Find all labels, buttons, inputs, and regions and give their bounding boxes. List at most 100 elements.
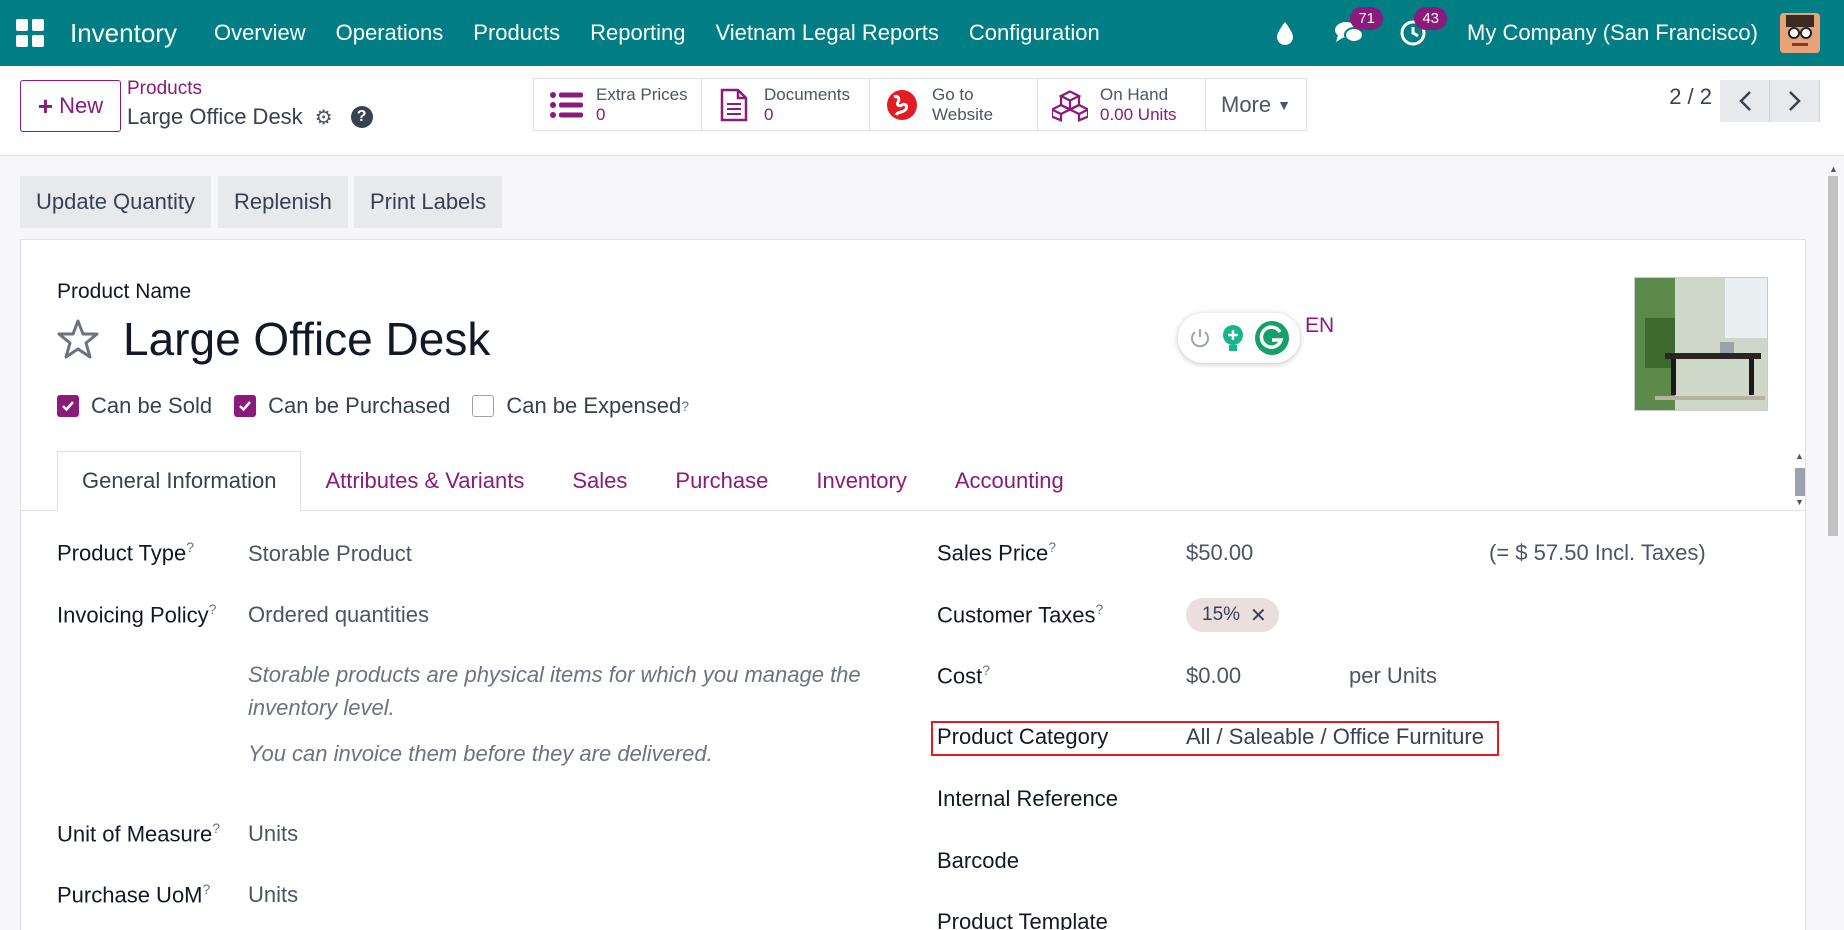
- menu-reporting[interactable]: Reporting: [590, 20, 685, 46]
- extra-prices-label: Extra Prices: [596, 84, 688, 104]
- tab-general-information[interactable]: General Information: [57, 451, 302, 511]
- checkbox-checked-icon: [234, 395, 257, 417]
- customer-taxes-label: Customer Taxes?: [937, 601, 1104, 628]
- website-line2: Website: [932, 104, 994, 124]
- barcode-label: Barcode: [937, 848, 1019, 873]
- documents-label: Documents: [764, 84, 850, 104]
- checkbox-checked-icon: [57, 395, 79, 417]
- pager-previous-button[interactable]: [1720, 80, 1770, 122]
- tab-attributes-variants[interactable]: Attributes & Variants: [301, 451, 548, 511]
- tax-tag[interactable]: 15% ✕: [1186, 598, 1279, 632]
- product-template-label: Product Template: [937, 909, 1108, 930]
- product-name-label: Product Name: [57, 280, 192, 303]
- on-hand-value: 0.00 Units: [1100, 104, 1177, 124]
- page-scrollbar[interactable]: ▲: [1826, 164, 1840, 930]
- lightbulb-icon[interactable]: [1220, 323, 1246, 353]
- menu-products[interactable]: Products: [473, 20, 560, 46]
- pager-next-button[interactable]: [1770, 80, 1820, 122]
- star-icon[interactable]: [57, 319, 99, 359]
- tab-inventory[interactable]: Inventory: [792, 451, 931, 511]
- replenish-button[interactable]: Replenish: [218, 176, 348, 228]
- on-hand-label: On Hand: [1100, 84, 1169, 104]
- can-be-expensed-checkbox[interactable]: Can be Expensed?: [472, 393, 689, 419]
- help-tooltip-icon[interactable]: ?: [203, 881, 211, 897]
- help-tooltip-icon[interactable]: ?: [1048, 539, 1056, 555]
- extra-prices-button[interactable]: Extra Prices 0: [534, 79, 702, 130]
- user-avatar[interactable]: [1780, 13, 1820, 53]
- new-button-label: New: [59, 93, 104, 118]
- menu-configuration[interactable]: Configuration: [969, 20, 1100, 46]
- notebook-tabs: General Information Attributes & Variant…: [57, 451, 1088, 511]
- help-icon[interactable]: ?: [350, 106, 373, 128]
- purchase-uom-field[interactable]: Units: [248, 882, 298, 908]
- grammarly-widget[interactable]: [1178, 313, 1300, 363]
- power-icon[interactable]: [1188, 326, 1212, 350]
- apps-menu-icon[interactable]: [16, 19, 44, 47]
- breadcrumb-products[interactable]: Products: [127, 78, 202, 100]
- new-button[interactable]: + New: [20, 80, 121, 132]
- product-category-label: Product Category: [937, 724, 1109, 749]
- pager-value[interactable]: 2 / 2: [1669, 84, 1712, 110]
- language-button[interactable]: EN: [1305, 314, 1334, 338]
- product-type-note: Storable products are physical items for…: [248, 662, 861, 720]
- cost-label: Cost?: [937, 662, 991, 689]
- purchase-uom-label: Purchase UoM?: [57, 881, 211, 908]
- extra-prices-value: 0: [596, 104, 606, 124]
- plus-icon: +: [37, 90, 54, 121]
- sales-price-label: Sales Price?: [937, 539, 1057, 566]
- drop-icon[interactable]: [1269, 17, 1301, 49]
- product-type-select[interactable]: Storable Product: [248, 541, 412, 567]
- invoicing-policy-select[interactable]: Ordered quantities: [248, 602, 429, 628]
- sales-price-field[interactable]: $50.00: [1186, 540, 1253, 566]
- tab-purchase[interactable]: Purchase: [651, 451, 792, 511]
- top-navbar: Inventory Overview Operations Products R…: [0, 0, 1844, 66]
- chevron-right-icon: [1788, 91, 1801, 111]
- company-switcher[interactable]: My Company (San Francisco): [1467, 20, 1758, 46]
- smart-buttons: Extra Prices 0 Documents 0 Go to Website On…: [533, 78, 1307, 131]
- documents-value: 0: [764, 104, 774, 124]
- product-image[interactable]: [1634, 277, 1768, 411]
- gear-icon[interactable]: ⚙: [315, 105, 333, 130]
- print-labels-button[interactable]: Print Labels: [354, 176, 503, 228]
- close-icon[interactable]: ✕: [1250, 603, 1267, 628]
- chevron-left-icon: [1738, 91, 1751, 111]
- more-button[interactable]: More ▼: [1206, 79, 1306, 130]
- documents-button[interactable]: Documents 0: [702, 79, 870, 130]
- update-quantity-button[interactable]: Update Quantity: [20, 176, 211, 228]
- activity-clock-icon[interactable]: 43: [1397, 7, 1448, 49]
- invoicing-note: You can invoice them before they are del…: [248, 741, 713, 766]
- grammarly-icon[interactable]: [1254, 320, 1290, 356]
- app-name[interactable]: Inventory: [70, 18, 177, 49]
- unit-of-measure-field[interactable]: Units: [248, 821, 298, 847]
- product-category-field[interactable]: All / Saleable / Office Furniture: [1186, 724, 1484, 750]
- list-icon: [548, 87, 584, 123]
- help-tooltip-icon[interactable]: ?: [212, 820, 220, 836]
- messages-badge: 71: [1350, 7, 1384, 30]
- help-tooltip-icon[interactable]: ?: [209, 601, 217, 617]
- go-to-website-button[interactable]: Go to Website: [870, 79, 1038, 130]
- checkbox-empty-icon: [472, 395, 495, 417]
- help-tooltip-icon[interactable]: ?: [681, 398, 689, 414]
- tabs-scrollbar[interactable]: ▲ ▼: [1792, 451, 1806, 509]
- can-be-expensed-label: Can be Expensed: [506, 393, 682, 418]
- tab-sales[interactable]: Sales: [548, 451, 651, 511]
- sales-price-incl-taxes: (= $ 57.50 Incl. Taxes): [1489, 540, 1706, 565]
- menu-overview[interactable]: Overview: [214, 20, 306, 46]
- invoicing-policy-label: Invoicing Policy?: [57, 601, 217, 628]
- chat-icon[interactable]: 71: [1333, 7, 1384, 49]
- tax-tag-label: 15%: [1202, 604, 1241, 625]
- tab-accounting[interactable]: Accounting: [931, 451, 1088, 511]
- cost-field[interactable]: $0.00: [1186, 663, 1241, 689]
- menu-vietnam-legal-reports[interactable]: Vietnam Legal Reports: [715, 20, 938, 46]
- help-tooltip-icon[interactable]: ?: [982, 662, 990, 678]
- website-line1: Go to: [932, 84, 974, 104]
- can-be-sold-checkbox[interactable]: Can be Sold: [57, 393, 212, 419]
- control-panel: + New Products Large Office Desk ⚙ ? Extr…: [0, 66, 1844, 156]
- help-tooltip-icon[interactable]: ?: [186, 539, 194, 555]
- can-be-purchased-checkbox[interactable]: Can be Purchased: [234, 393, 450, 419]
- menu-operations[interactable]: Operations: [336, 20, 444, 46]
- help-tooltip-icon[interactable]: ?: [1096, 601, 1104, 617]
- activities-badge: 43: [1414, 7, 1448, 30]
- product-name-input[interactable]: Large Office Desk: [123, 312, 490, 366]
- on-hand-button[interactable]: On Hand 0.00 Units: [1038, 79, 1206, 130]
